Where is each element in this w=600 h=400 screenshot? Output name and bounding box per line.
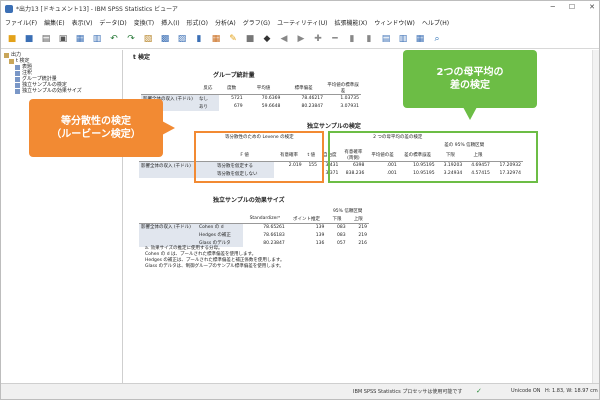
undo-icon[interactable]: ↶ [108, 33, 120, 45]
open-folder-icon[interactable]: ■ [6, 33, 18, 45]
document-icon [15, 88, 20, 94]
table-row: 影響全体の収入 (千ドル) Cohen の d 78.65261 139 083… [139, 223, 367, 231]
save-icon[interactable]: ■ [23, 33, 35, 45]
menu-transform[interactable]: 変換(T) [134, 18, 154, 27]
recall-dialog-icon[interactable]: ▥ [91, 33, 103, 45]
document-icon [15, 64, 20, 70]
menu-format[interactable]: 形式(O) [187, 18, 208, 27]
table-row: Hedges の補正 78.66183 139 083 219 [139, 231, 369, 239]
menu-extensions[interactable]: 拡張機能(X) [334, 18, 367, 27]
vertical-scrollbar[interactable] [592, 50, 599, 383]
unicode-status: Unicode ON [511, 388, 541, 394]
goto-case-icon[interactable]: ▩ [159, 33, 171, 45]
minimize-icon[interactable]: ─ [551, 3, 555, 11]
show-icon[interactable]: ▮ [346, 33, 358, 45]
insert-text-icon[interactable]: ▦ [414, 33, 426, 45]
group-stats-title: グループ統計量 [213, 72, 255, 79]
output-heading: t 検定 [133, 54, 150, 61]
print-preview-icon[interactable]: ▣ [57, 33, 69, 45]
app-icon [5, 4, 13, 13]
close-icon[interactable]: ✕ [589, 3, 595, 11]
group-stats-table: 反応 度数 平均値 標準偏差 平均値の標準誤差 影響全体の収入 (千ドル) なし… [141, 83, 361, 111]
nav-item-effect-size[interactable]: 独立サンプルの効果サイズ [4, 88, 119, 94]
menu-analyze[interactable]: 分析(A) [215, 18, 236, 27]
processor-status: IBM SPSS Statistics プロセッサは使用可能です [353, 389, 463, 395]
effect-size-table: 95% 信頼区間 Standardizerᵃ ポイント推定 下限 上限 影響全体… [139, 209, 369, 247]
print-icon[interactable]: ▤ [40, 33, 52, 45]
expand-icon[interactable]: ✚ [312, 33, 324, 45]
toolbar: ■ ■ ▤ ▣ ▦ ▥ ↶ ↷ ▧ ▩ ▨ ▮ ▦ ✎ ■ ◆ ◀ ▶ ✚ ━ … [1, 29, 599, 49]
levene-highlight-box [194, 131, 324, 183]
menu-graphs[interactable]: グラフ(G) [243, 18, 270, 27]
ttest-highlight-box [328, 131, 538, 183]
ttest-callout: 2つの母平均の 差の検定 [403, 50, 537, 120]
document-icon [15, 76, 20, 82]
designate-window-icon[interactable]: ▦ [210, 33, 222, 45]
ind-test-title: 独立サンプルの検定 [307, 123, 361, 130]
insert-title-icon[interactable]: ▥ [397, 33, 409, 45]
levene-callout: 等分散性の検定 （ルービーン検定） [29, 99, 175, 157]
variables-icon[interactable]: ▨ [176, 33, 188, 45]
hide-icon[interactable]: ▮ [363, 33, 375, 45]
effect-size-title: 独立サンプルの効果サイズ [213, 197, 285, 204]
processor-ready-icon: ✓ [476, 387, 482, 395]
menu-utilities[interactable]: ユーティリティ(U) [277, 18, 327, 27]
folder-icon [4, 52, 9, 58]
document-icon [15, 70, 20, 76]
folder-icon [9, 58, 14, 64]
goto-data-icon[interactable]: ▧ [142, 33, 154, 45]
title-bar: *出力13 [ドキュメント13] - IBM SPSS Statistics ビ… [1, 1, 599, 16]
edit-icon[interactable]: ✎ [227, 33, 239, 45]
menu-data[interactable]: データ(D) [99, 18, 126, 27]
effect-size-notes: a. 効果サイズの推定に使用する分母。 Cohen の d は、プールされた標準… [145, 246, 285, 269]
collapse-icon[interactable]: ━ [329, 33, 341, 45]
document-icon [15, 82, 20, 88]
table-row: 影響全体の収入 (千ドル) なし 5721 70.6369 78.46217 1… [141, 94, 359, 103]
menu-bar: ファイル(F) 編集(E) 表示(V) データ(D) 変換(T) 挿入(I) 形… [1, 16, 599, 29]
spss-viewer-window: *出力13 [ドキュメント13] - IBM SPSS Statistics ビ… [0, 0, 600, 400]
select-output-icon[interactable]: ◆ [261, 33, 273, 45]
redo-icon[interactable]: ↷ [125, 33, 137, 45]
menu-window[interactable]: ウィンドウ(W) [374, 18, 415, 27]
menu-file[interactable]: ファイル(F) [5, 18, 37, 27]
menu-view[interactable]: 表示(V) [72, 18, 93, 27]
search-icon[interactable]: ⌕ [431, 33, 443, 45]
menu-help[interactable]: ヘルプ(H) [422, 18, 449, 27]
arrow-right-icon[interactable]: ▶ [295, 33, 307, 45]
window-title: *出力13 [ドキュメント13] - IBM SPSS Statistics ビ… [16, 6, 178, 13]
menu-edit[interactable]: 編集(E) [44, 18, 64, 27]
dimension-status: H: 1.83, W: 18.97 cm [545, 388, 598, 394]
menu-insert[interactable]: 挿入(I) [161, 18, 179, 27]
arrow-left-icon[interactable]: ◀ [278, 33, 290, 45]
export-icon[interactable]: ▦ [74, 33, 86, 45]
stop-icon[interactable]: ■ [244, 33, 256, 45]
chart-icon[interactable]: ▮ [193, 33, 205, 45]
table-row: あり 679 59.6648 80.23847 3.07931 [141, 102, 361, 111]
status-bar: IBM SPSS Statistics プロセッサは使用可能です ✓ Unico… [1, 383, 599, 399]
insert-heading-icon[interactable]: ▤ [380, 33, 392, 45]
maximize-icon[interactable]: ☐ [569, 3, 575, 11]
